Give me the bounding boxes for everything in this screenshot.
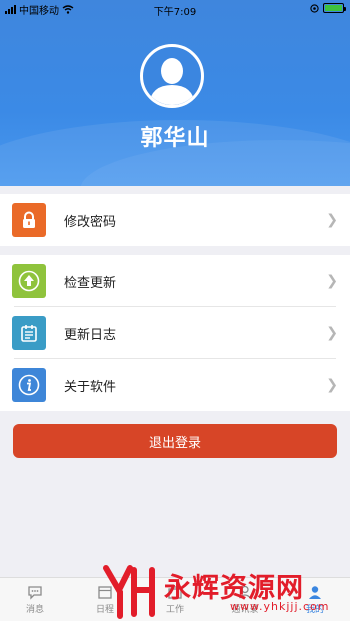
check-update-row[interactable]: 检查更新 ❯: [0, 255, 350, 307]
status-time: 下午7:09: [153, 7, 197, 18]
watermark-logo: [103, 565, 155, 619]
chevron-right-icon: ❯: [326, 377, 338, 393]
lock-icon: [12, 203, 46, 237]
update-log-label: 更新日志: [64, 327, 117, 343]
location-icon: [310, 3, 319, 13]
battery-icon: [323, 3, 346, 13]
status-right: [310, 3, 346, 13]
about-label: 关于软件: [64, 379, 117, 395]
avatar-icon: [149, 58, 195, 105]
tab-label: 消息: [25, 605, 44, 615]
chevron-right-icon: ❯: [326, 273, 338, 289]
upload-icon: [12, 264, 46, 298]
chevron-right-icon: ❯: [326, 212, 338, 228]
change-password-label: 修改密码: [64, 214, 117, 230]
check-update-label: 检查更新: [64, 275, 117, 291]
logout-button[interactable]: 退出登录: [13, 424, 337, 458]
calendar-list-icon: [12, 316, 46, 350]
avatar[interactable]: [140, 44, 204, 108]
security-section: 修改密码 ❯: [0, 194, 350, 246]
tab-messages[interactable]: 消息: [0, 582, 70, 615]
about-row[interactable]: 关于软件 ❯: [0, 359, 350, 411]
profile-header: 中国移动 下午7:09 郭华山: [0, 0, 350, 186]
watermark: 永辉资源网 www.yhkjjj.com: [100, 560, 350, 621]
change-password-row[interactable]: 修改密码 ❯: [0, 194, 350, 246]
watermark-url: www.yhkjjj.com: [230, 600, 330, 613]
status-bar: 中国移动 下午7:09: [0, 0, 350, 18]
app-info-section: 检查更新 ❯ 更新日志 ❯ 关于软件 ❯: [0, 255, 350, 411]
info-icon: [12, 368, 46, 402]
message-icon: [0, 582, 70, 602]
user-name: 郭华山: [140, 126, 210, 151]
chevron-right-icon: ❯: [326, 325, 338, 341]
update-log-row[interactable]: 更新日志 ❯: [0, 307, 350, 359]
